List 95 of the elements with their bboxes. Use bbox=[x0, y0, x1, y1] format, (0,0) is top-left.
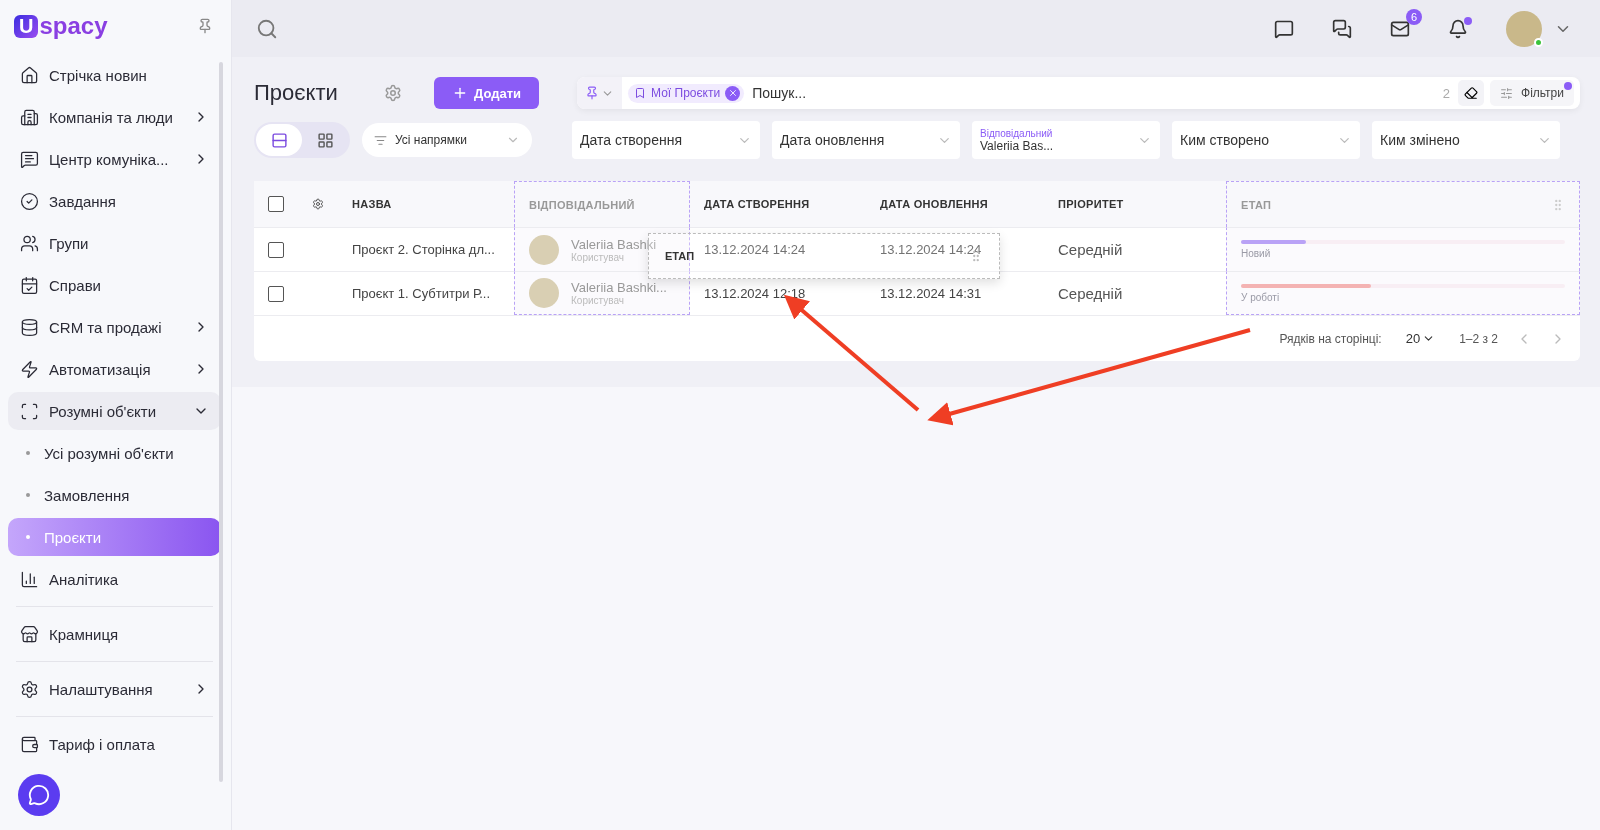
column-header[interactable]: ДАТА ОНОВЛЕННЯ bbox=[866, 181, 1044, 227]
filter-select[interactable]: Ким змінено bbox=[1372, 121, 1560, 159]
select-value: Valeriia Bas... bbox=[980, 138, 1054, 153]
pin-icon[interactable] bbox=[197, 18, 213, 34]
filter-icon bbox=[374, 133, 387, 147]
table-cell: 13.12.2024 14:31 bbox=[866, 271, 1044, 315]
notification-badge: 6 bbox=[1405, 8, 1422, 25]
select-value: Усі напрямки bbox=[395, 133, 468, 147]
nav-item[interactable]: Групи bbox=[8, 224, 221, 262]
rows-icon bbox=[270, 131, 288, 149]
eraser-button[interactable] bbox=[1458, 80, 1484, 106]
database-icon bbox=[20, 317, 39, 337]
nav-item[interactable]: Автоматизація bbox=[8, 350, 221, 388]
scan-icon bbox=[20, 401, 39, 421]
priority: Середній bbox=[1058, 285, 1123, 302]
search-icon[interactable] bbox=[256, 17, 278, 40]
column-header[interactable]: ПРІОРИТЕТ bbox=[1044, 181, 1226, 227]
users-icon bbox=[20, 233, 39, 253]
filter-select[interactable]: Дата оновлення bbox=[772, 121, 960, 159]
plus-icon bbox=[452, 85, 468, 101]
select-label: Дата створення bbox=[580, 132, 682, 148]
chats-icon[interactable] bbox=[1332, 18, 1352, 39]
person-name: Valeriia Bashki bbox=[571, 236, 657, 252]
select-label: Дата оновлення bbox=[780, 132, 885, 148]
grid-icon bbox=[316, 131, 334, 149]
search-bar[interactable]: Мої Проєкти Пошук... 2 Фільтри bbox=[577, 77, 1580, 109]
nav-item[interactable]: Стрічка новин bbox=[8, 56, 221, 94]
eraser-icon bbox=[1464, 86, 1478, 100]
table-cell: 13.12.2024 14:24 bbox=[866, 227, 1044, 271]
bookmark-icon bbox=[634, 87, 647, 99]
home-icon bbox=[20, 65, 39, 85]
chat-bubble-icon bbox=[28, 784, 50, 806]
check-circle-icon bbox=[20, 191, 39, 211]
nav-subitem[interactable]: Усі розумні об'єкти bbox=[8, 434, 221, 472]
chart-icon bbox=[20, 569, 39, 589]
filter-count: 2 bbox=[1442, 85, 1450, 101]
settings-icon[interactable] bbox=[384, 84, 402, 102]
wallet-icon bbox=[20, 734, 39, 754]
close-icon bbox=[727, 88, 738, 98]
nav-item[interactable]: Аналітика bbox=[8, 560, 221, 598]
store-icon bbox=[20, 624, 39, 644]
list-view-button[interactable] bbox=[256, 124, 302, 156]
priority: Середній bbox=[1058, 241, 1123, 258]
select-label: Ким створено bbox=[1180, 132, 1270, 148]
person-role: Користувач bbox=[571, 251, 625, 263]
nav-item[interactable]: Крамниця bbox=[8, 615, 221, 653]
stage-label: Новий bbox=[1241, 248, 1272, 259]
column-header[interactable]: НАЗВА bbox=[338, 181, 514, 227]
nav-item[interactable]: Завдання bbox=[8, 182, 221, 220]
bell-icon[interactable] bbox=[1448, 18, 1468, 39]
select-label: Відповідальний bbox=[980, 127, 1054, 139]
filters-button[interactable]: Фільтри bbox=[1490, 80, 1574, 106]
message-icon bbox=[20, 149, 39, 169]
rows-per-page-label: Рядків на сторінці: bbox=[1279, 331, 1382, 346]
nav-item[interactable]: Центр комуніка... bbox=[8, 140, 221, 178]
nav-item[interactable]: Компанія та люди bbox=[8, 98, 221, 136]
filter-chip[interactable]: Мої Проєкти bbox=[628, 83, 745, 103]
filter-select[interactable]: Дата створення bbox=[572, 121, 760, 159]
checkbox[interactable] bbox=[268, 196, 284, 212]
pin-icon bbox=[585, 86, 600, 100]
logo: U spacy bbox=[14, 12, 108, 40]
avatar bbox=[529, 278, 559, 308]
nav-subitem[interactable]: Замовлення bbox=[8, 476, 221, 514]
remove-chip-button[interactable] bbox=[725, 85, 741, 101]
stage-label: У роботі bbox=[1241, 291, 1281, 303]
nav-item[interactable]: Налаштування bbox=[8, 670, 221, 708]
column-header[interactable]: ДАТА СТВОРЕННЯ bbox=[690, 181, 866, 227]
building-icon bbox=[20, 107, 39, 127]
chat-button[interactable] bbox=[18, 774, 60, 816]
pin-dropdown[interactable] bbox=[577, 77, 623, 109]
settings-icon[interactable] bbox=[312, 196, 324, 212]
checkbox[interactable] bbox=[268, 285, 284, 302]
page-range: 1–2 з 2 bbox=[1459, 331, 1498, 346]
message-icon[interactable] bbox=[1274, 18, 1294, 39]
sliders-icon bbox=[1500, 86, 1513, 100]
nav-item[interactable]: CRM та продажі bbox=[8, 308, 221, 346]
chip-label: Мої Проєкти bbox=[651, 86, 721, 100]
nav-item[interactable]: Тариф і оплата bbox=[8, 725, 221, 763]
avatar bbox=[529, 234, 559, 265]
nav-item[interactable]: Справи bbox=[8, 266, 221, 304]
rows-per-page-select[interactable]: 20 bbox=[1399, 330, 1442, 347]
filter-select[interactable]: Відповідальний Valeriia Bas... bbox=[972, 121, 1160, 159]
filter-select[interactable]: Ким створено bbox=[1172, 121, 1360, 159]
settings-icon bbox=[20, 679, 39, 699]
add-button[interactable]: Додати bbox=[434, 77, 540, 109]
select-label: Ким змінено bbox=[1380, 132, 1460, 148]
person-role: Користувач bbox=[571, 295, 625, 306]
calendar-icon bbox=[20, 275, 39, 295]
person-name: Valeriia Bashki... bbox=[571, 280, 667, 295]
direction-select[interactable]: Усі напрямки bbox=[362, 123, 532, 157]
lightning-icon bbox=[20, 359, 39, 379]
column-label: ЕТАП bbox=[665, 250, 695, 262]
nav-item[interactable]: Розумні об'єкти bbox=[8, 392, 221, 430]
page-title: Проєкти bbox=[254, 80, 339, 106]
checkbox[interactable] bbox=[268, 241, 284, 258]
